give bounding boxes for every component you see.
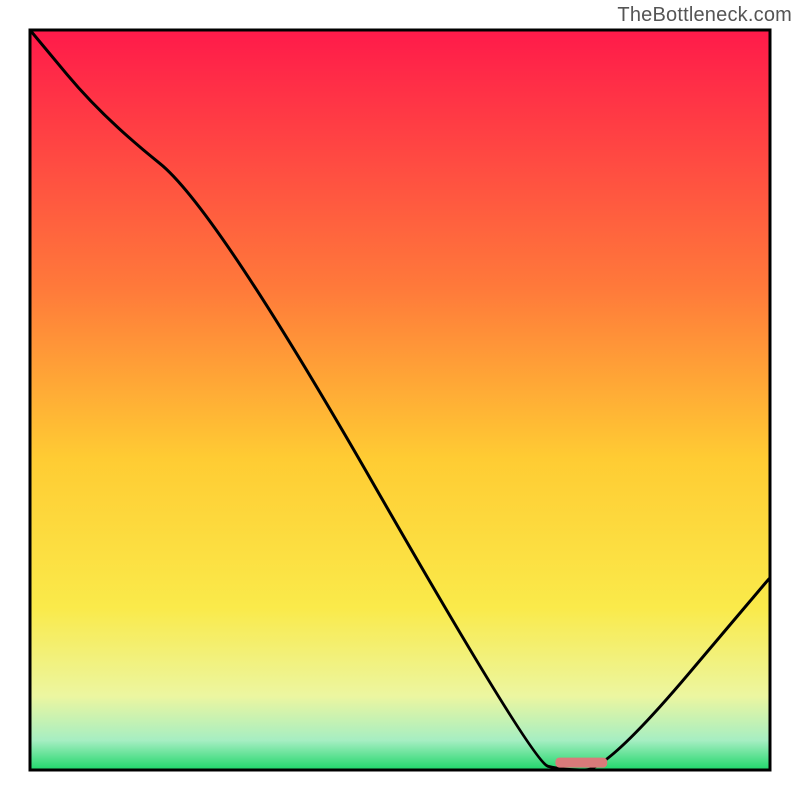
gradient-background [30, 30, 770, 770]
bottleneck-plot [0, 0, 800, 800]
watermark-text: TheBottleneck.com [617, 4, 792, 27]
chart-container: TheBottleneck.com [0, 0, 800, 800]
optimal-marker [555, 758, 607, 768]
